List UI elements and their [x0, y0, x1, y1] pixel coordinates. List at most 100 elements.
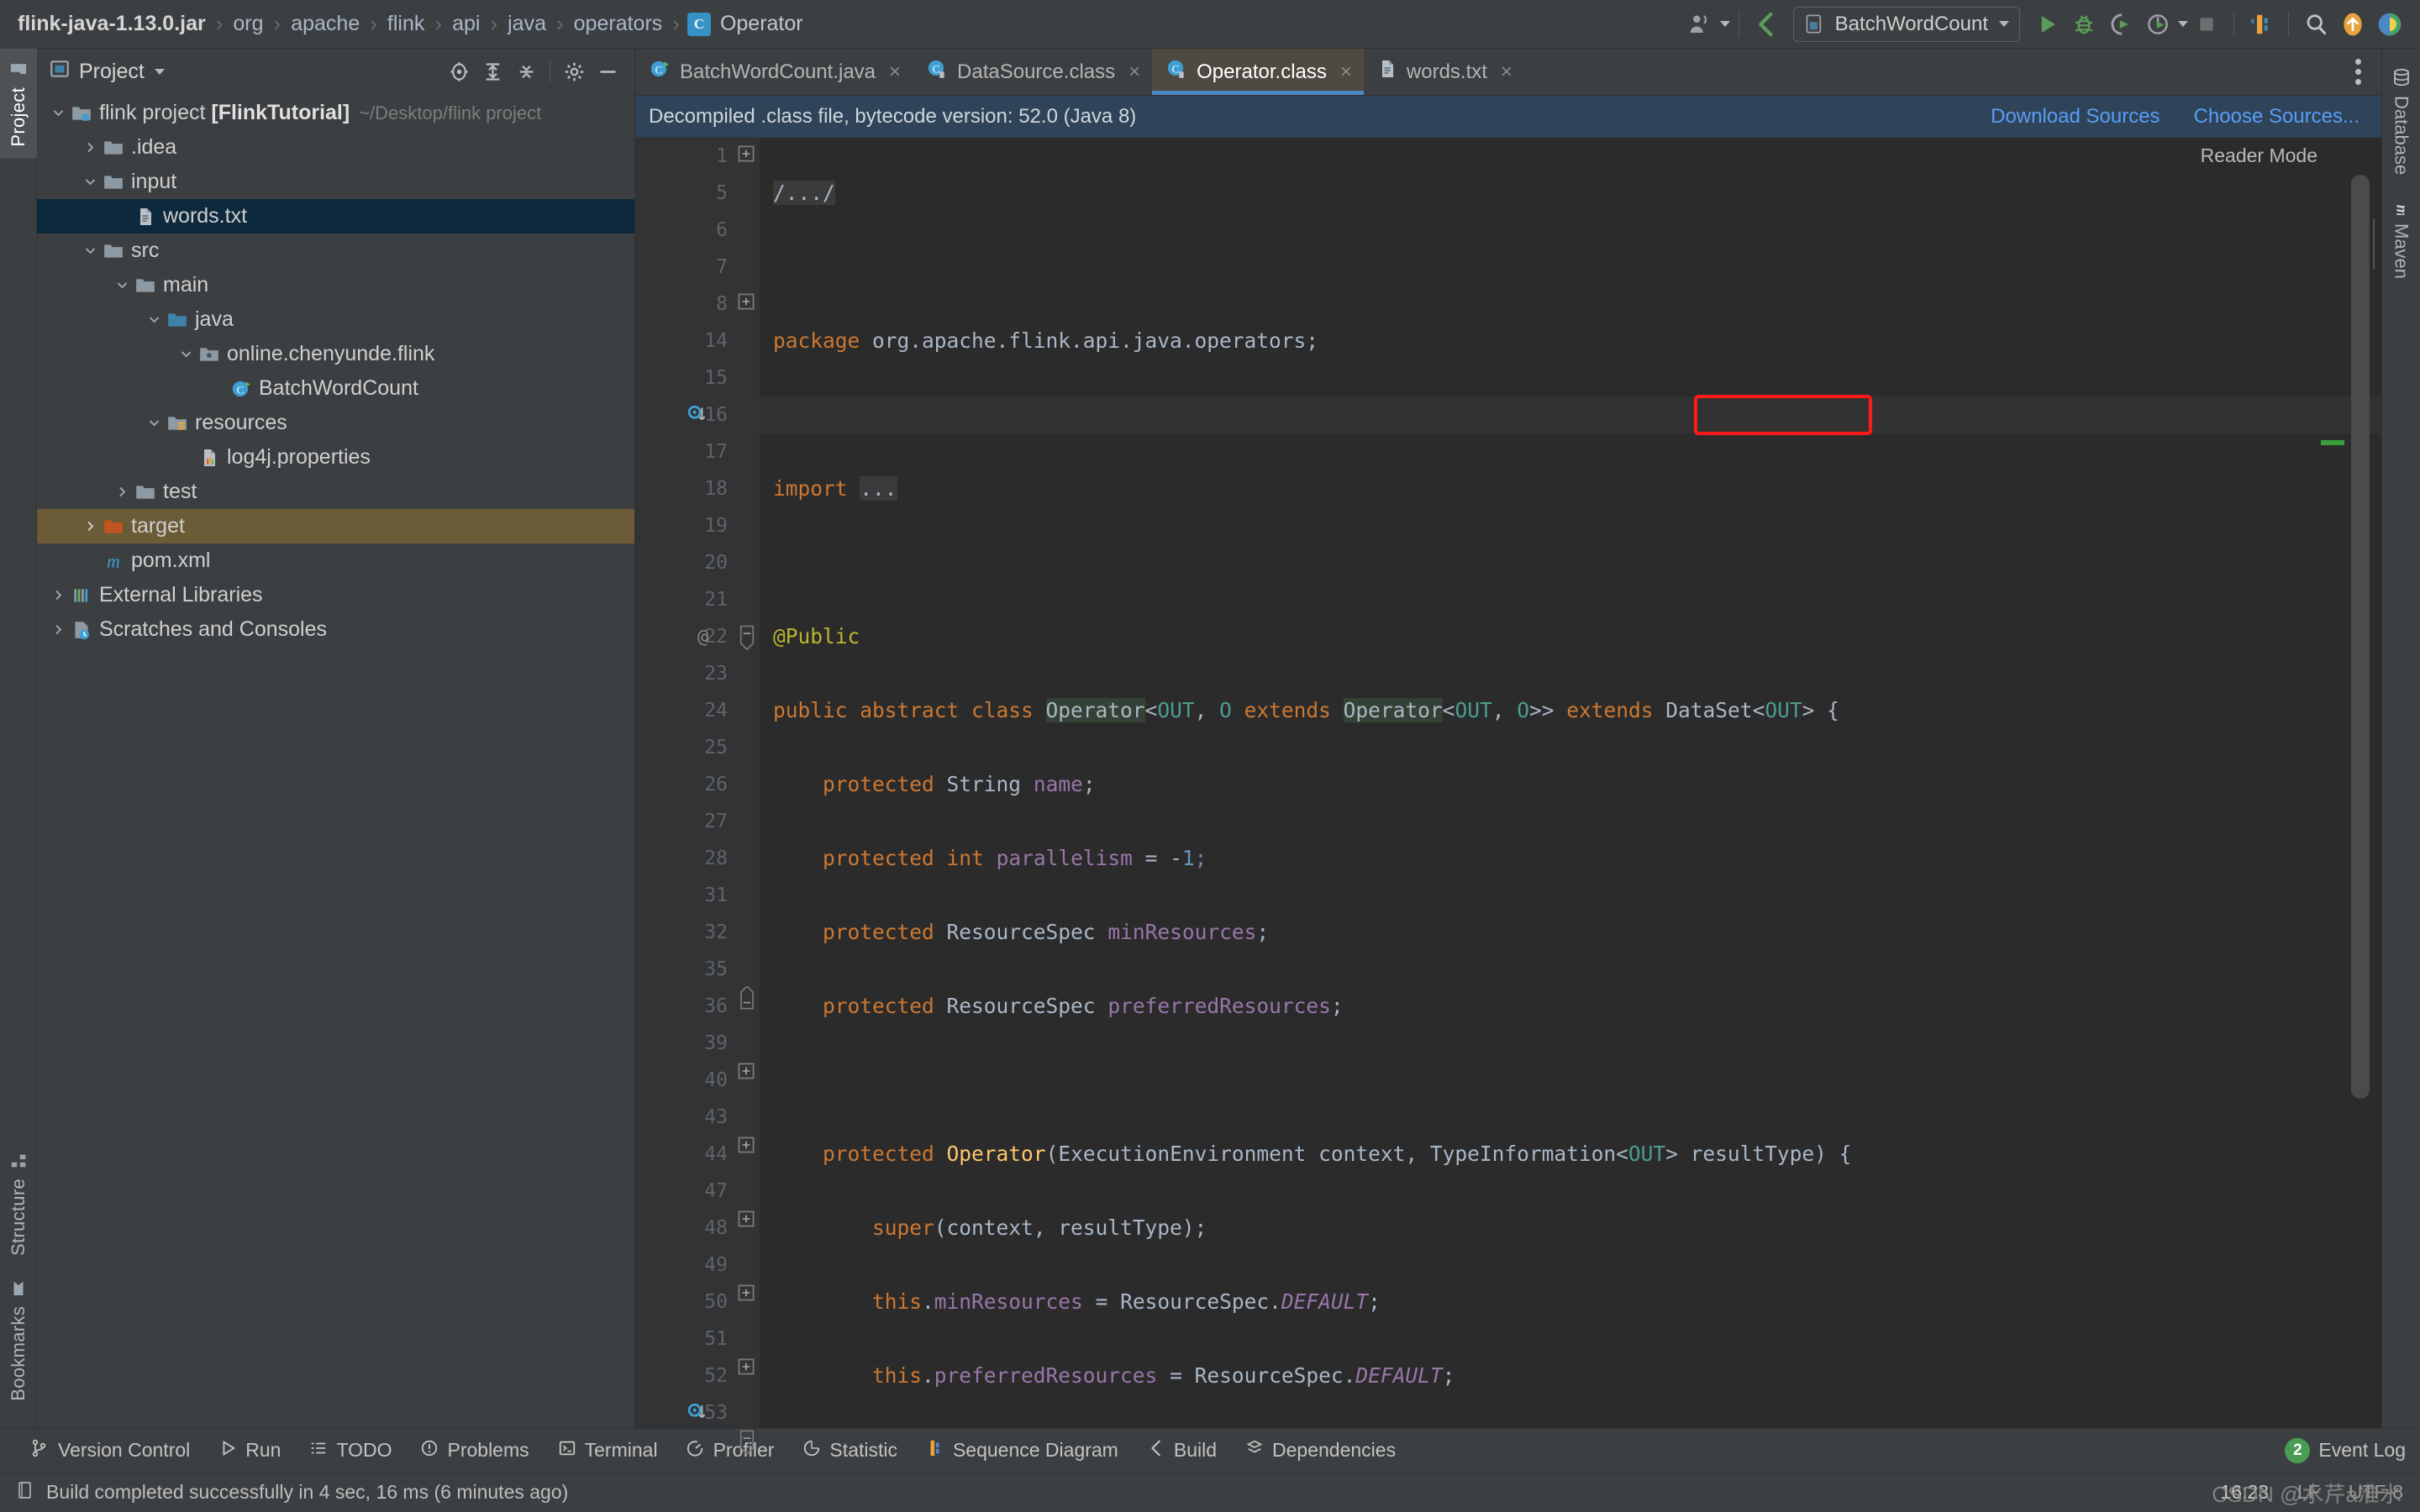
tool-window-statistic[interactable]: Statistic — [788, 1429, 912, 1473]
settings-gear-icon[interactable] — [557, 55, 591, 88]
tool-window-profiler[interactable]: Profiler — [672, 1429, 789, 1473]
fold-expand-icon[interactable] — [738, 1210, 755, 1233]
chevron-down-icon[interactable] — [175, 348, 197, 360]
layout-icon[interactable] — [2243, 6, 2280, 43]
tool-window-build[interactable]: Build — [1133, 1429, 1231, 1473]
tree-row-flink-project[interactable]: flink project [FlinkTutorial] ~/Desktop/… — [37, 96, 634, 130]
tab-batchwordcount-java[interactable]: C BatchWordCount.java × — [635, 49, 913, 95]
vcs-update-icon[interactable] — [1748, 6, 1785, 43]
tree-row-target[interactable]: target — [37, 509, 634, 543]
implementations-icon[interactable] — [687, 1402, 709, 1429]
chevron-down-icon[interactable] — [1719, 21, 1730, 27]
breadcrumb-item-operators[interactable]: operators — [571, 12, 666, 36]
tool-window-version-control[interactable]: Version Control — [15, 1429, 204, 1473]
close-icon[interactable]: × — [1501, 60, 1512, 84]
search-icon[interactable] — [2297, 6, 2334, 43]
breadcrumb-item-flink[interactable]: flink — [385, 12, 427, 36]
chevron-down-icon[interactable] — [79, 176, 101, 188]
tab-operator-class[interactable]: C Operator.class × — [1152, 49, 1364, 95]
code-text-area[interactable]: /.../ package org.apache.flink.api.java.… — [760, 138, 2381, 1428]
sidebar-item-bookmarks[interactable]: Bookmarks — [0, 1268, 37, 1413]
tree-row-log4j[interactable]: log4j.properties — [37, 440, 634, 475]
tree-row-resources[interactable]: resources — [37, 406, 634, 440]
breadcrumb-item-jar[interactable]: flink-java-1.13.0.jar — [15, 12, 208, 36]
fold-expand-icon[interactable] — [738, 1136, 755, 1159]
tree-row-external-libraries[interactable]: External Libraries — [37, 578, 634, 612]
source-code[interactable]: /.../ package org.apache.flink.api.java.… — [760, 138, 2381, 1428]
fold-expand-icon[interactable] — [738, 144, 755, 168]
close-icon[interactable]: × — [889, 60, 901, 84]
chevron-right-icon[interactable] — [47, 589, 69, 601]
chevron-down-icon[interactable] — [143, 417, 165, 429]
chevron-down-icon[interactable] — [79, 244, 101, 257]
chevron-down-icon[interactable] — [111, 279, 133, 291]
sidebar-item-project[interactable]: Project — [0, 49, 37, 159]
editor-fold-column[interactable] — [734, 138, 760, 1456]
expand-all-icon[interactable] — [476, 55, 509, 88]
project-panel-title[interactable]: Project — [49, 58, 165, 86]
choose-sources-link[interactable]: Choose Sources... — [2194, 105, 2360, 129]
tree-row-java[interactable]: java — [37, 302, 634, 337]
reader-mode-label[interactable]: Reader Mode — [2201, 144, 2317, 167]
fold-expand-icon[interactable] — [738, 1284, 755, 1307]
download-sources-link[interactable]: Download Sources — [1991, 105, 2160, 129]
tree-row-test[interactable]: test — [37, 475, 634, 509]
tool-window-terminal[interactable]: Terminal — [544, 1429, 672, 1473]
tab-datasource-class[interactable]: C DataSource.class × — [913, 49, 1152, 95]
tree-row-package[interactable]: online.chenyunde.flink — [37, 337, 634, 371]
hide-panel-icon[interactable] — [591, 55, 624, 88]
tool-window-event-log[interactable]: 2 Event Log — [2270, 1429, 2420, 1473]
profile-run-button[interactable] — [2139, 6, 2176, 43]
breadcrumb-item-org[interactable]: org — [230, 12, 266, 36]
tool-window-run[interactable]: Run — [204, 1429, 295, 1473]
close-icon[interactable]: × — [1340, 60, 1352, 84]
fold-collapse-icon[interactable] — [739, 625, 755, 658]
fold-expand-icon[interactable] — [738, 1357, 755, 1381]
tree-row-idea[interactable]: .idea — [37, 130, 634, 165]
editor-options-menu[interactable] — [2334, 49, 2381, 95]
sidebar-item-structure[interactable]: Structure — [0, 1140, 37, 1268]
user-profile-icon[interactable] — [1681, 6, 1718, 43]
tree-row-src[interactable]: src — [37, 234, 634, 268]
fold-expand-icon[interactable] — [738, 1062, 755, 1085]
notification-icon[interactable] — [2334, 6, 2371, 43]
debug-button[interactable] — [2065, 6, 2102, 43]
breadcrumb-item-operator[interactable]: Operator — [718, 12, 806, 36]
chevron-down-icon[interactable] — [154, 68, 165, 75]
tool-window-problems[interactable]: Problems — [406, 1429, 543, 1473]
override-icon[interactable]: @ — [697, 627, 708, 648]
breadcrumb-item-java[interactable]: java — [505, 12, 549, 36]
tree-row-pom-xml[interactable]: m pom.xml — [37, 543, 634, 578]
chevron-right-icon[interactable] — [79, 520, 101, 533]
close-icon[interactable]: × — [1128, 60, 1140, 84]
tool-window-sequence-diagram[interactable]: Sequence Diagram — [912, 1429, 1133, 1473]
fold-collapse-icon[interactable] — [739, 1430, 755, 1462]
chevron-down-icon[interactable] — [47, 107, 69, 119]
sidebar-item-maven[interactable]: m Maven — [2384, 185, 2419, 289]
implementations-icon[interactable] — [687, 404, 709, 431]
run-with-coverage-button[interactable] — [2102, 6, 2139, 43]
tree-row-words-txt[interactable]: words.txt — [37, 199, 634, 234]
editor-gutter[interactable]: 1 5 6 7 8 14 15 16 17 18 19 20 21 22 @ 2… — [635, 138, 734, 1428]
editor-scrollbar[interactable] — [2351, 175, 2370, 1099]
chevron-right-icon[interactable] — [79, 141, 101, 154]
tree-row-scratches-consoles[interactable]: Scratches and Consoles — [37, 612, 634, 647]
tree-row-input[interactable]: input — [37, 165, 634, 199]
error-stripe-mark[interactable] — [2321, 440, 2344, 445]
chevron-right-icon[interactable] — [47, 623, 69, 636]
tree-row-batchwordcount[interactable]: C BatchWordCount — [37, 371, 634, 406]
collapse-all-icon[interactable] — [509, 55, 543, 88]
breadcrumb-item-api[interactable]: api — [450, 12, 482, 36]
locate-file-icon[interactable] — [442, 55, 476, 88]
tab-words-txt[interactable]: words.txt × — [1364, 49, 1524, 95]
ide-feature-icon[interactable] — [2371, 6, 2408, 43]
run-button[interactable] — [2028, 6, 2065, 43]
run-configuration-selector[interactable]: BatchWordCount — [1792, 6, 2020, 42]
status-message-group[interactable]: Build completed successfully in 4 sec, 1… — [15, 1480, 568, 1505]
sidebar-item-database[interactable]: Database — [2384, 57, 2419, 185]
chevron-right-icon[interactable] — [111, 486, 133, 498]
fold-collapse-icon[interactable] — [739, 984, 755, 1016]
tool-window-todo[interactable]: TODO — [295, 1429, 406, 1473]
breadcrumb-item-apache[interactable]: apache — [288, 12, 362, 36]
tree-row-main[interactable]: main — [37, 268, 634, 302]
